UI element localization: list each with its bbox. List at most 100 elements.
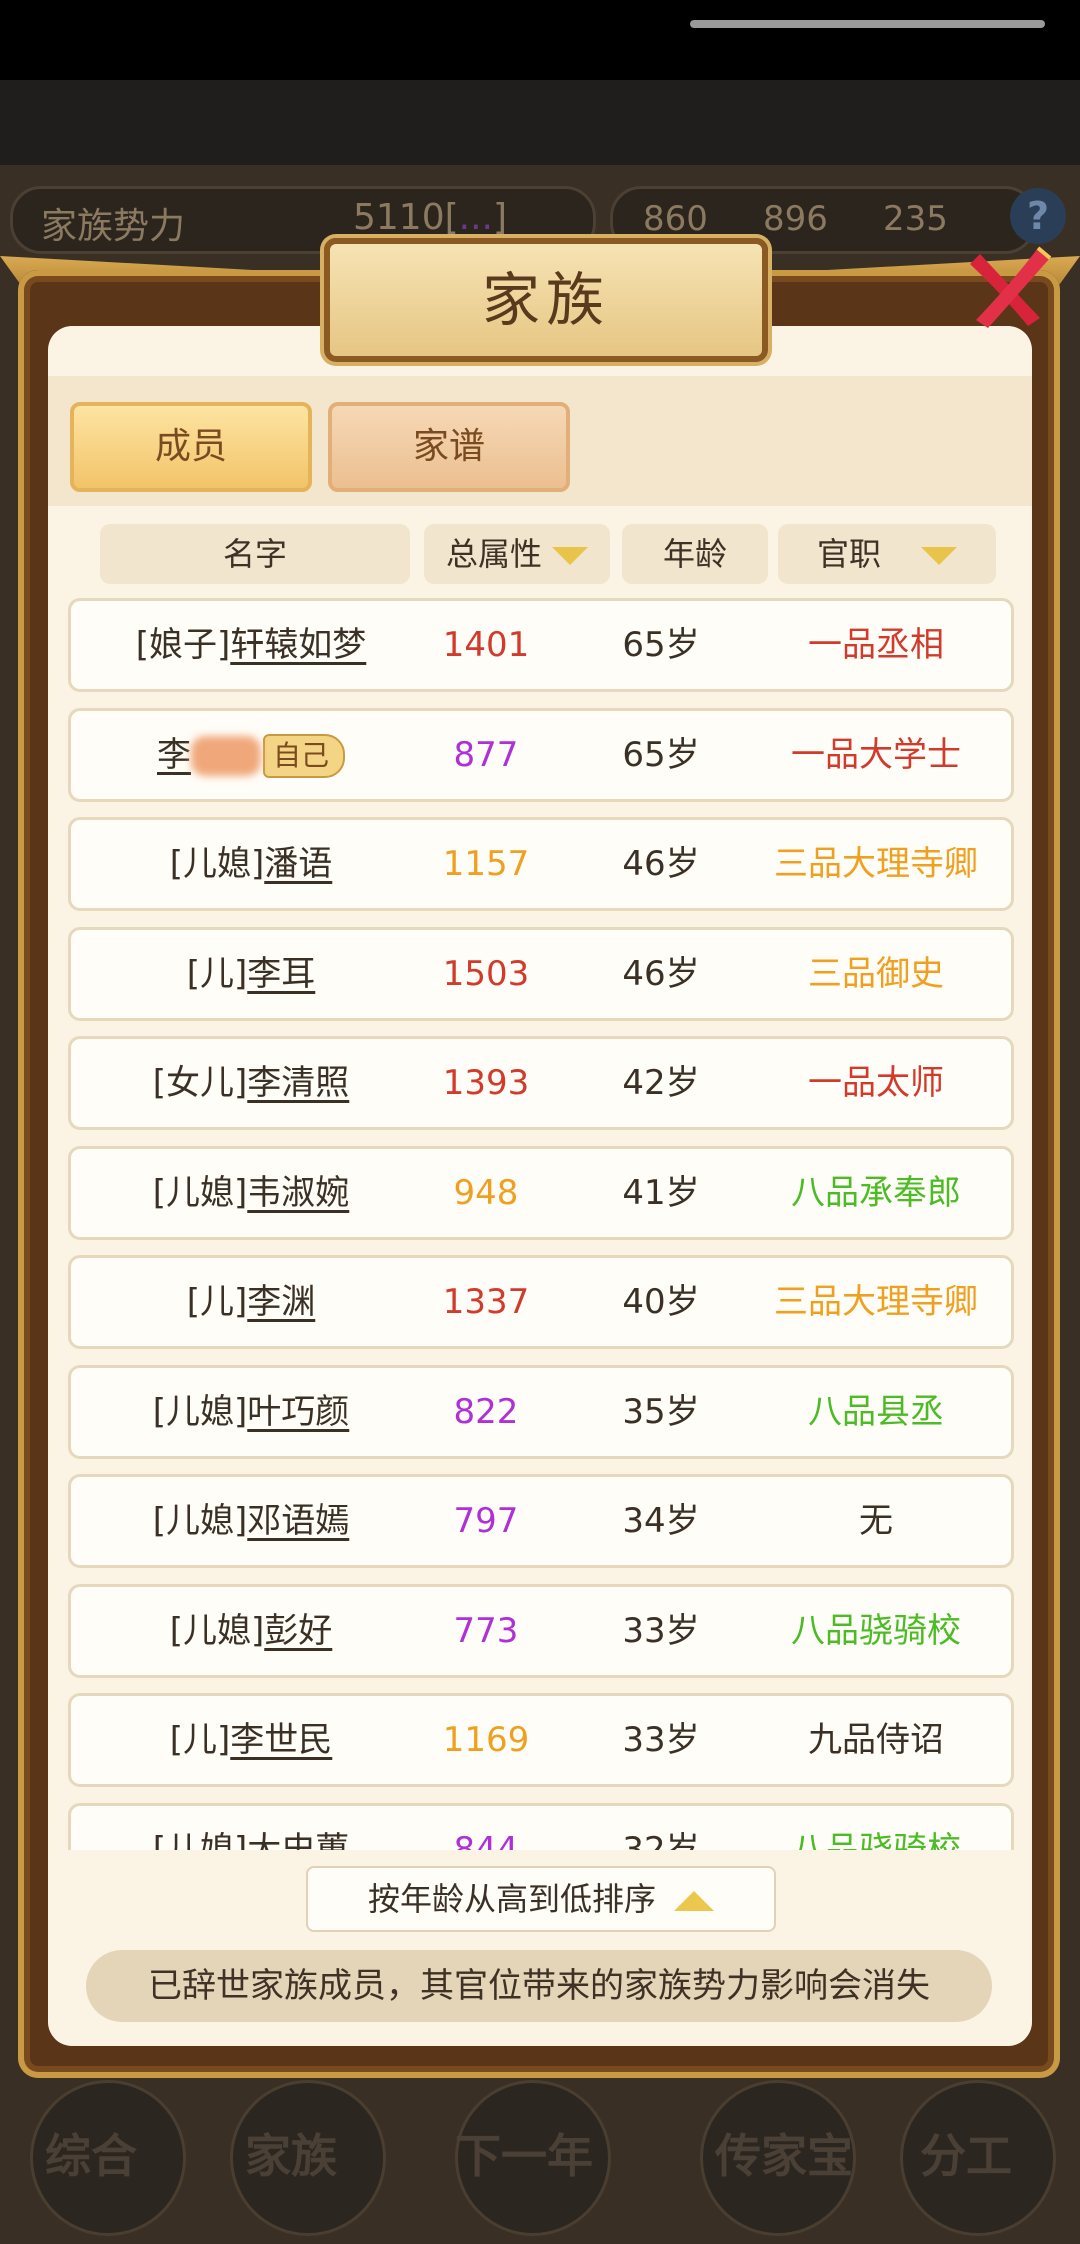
member-age: 34岁 xyxy=(622,1501,700,1541)
member-total-attr: 797 xyxy=(453,1501,519,1541)
member-name[interactable]: [儿媳]韦淑婉 xyxy=(81,1149,421,1237)
member-name-link[interactable]: 大史蕙 xyxy=(247,1830,349,1851)
nav-division-label[interactable]: 分工 xyxy=(920,2120,1012,2186)
table-row[interactable]: [女儿]李清照 1393 42岁 一品太师 xyxy=(68,1036,1014,1130)
member-relation: [儿媳] xyxy=(152,1501,248,1541)
member-name[interactable]: [儿媳]邓语嫣 xyxy=(81,1477,421,1565)
member-total-attr: 844 xyxy=(453,1829,519,1851)
member-name-link[interactable]: 叶巧颜 xyxy=(247,1392,349,1432)
member-name-link[interactable]: 李耳 xyxy=(247,954,315,994)
resource-silver: 896 xyxy=(763,199,828,239)
member-age: 35岁 xyxy=(622,1391,700,1432)
member-name-link[interactable]: 李清照 xyxy=(247,1063,349,1103)
member-total-attr: 1169 xyxy=(442,1720,530,1760)
status-bar xyxy=(0,0,1080,80)
dialog-title: 家族 xyxy=(481,266,610,334)
member-age: 32岁 xyxy=(622,1829,700,1851)
family-power-value: 5110[...] xyxy=(353,197,508,238)
table-row[interactable]: [儿媳]大史蕙 844 32岁 八品骁骑校 xyxy=(68,1802,1014,1851)
table-row[interactable]: [儿媳]韦淑婉 948 41岁 八品承奉郎 xyxy=(68,1145,1014,1240)
member-relation: [儿媳] xyxy=(152,1391,248,1432)
redacted-name xyxy=(190,736,261,776)
member-official-post: 一品丞相 xyxy=(808,625,944,665)
sort-job-icon[interactable] xyxy=(921,547,957,565)
member-official-post: 八品骁骑校 xyxy=(791,1829,961,1851)
nav-overview-label[interactable]: 综合 xyxy=(45,2120,137,2186)
family-power-label: 家族势力 xyxy=(41,206,186,247)
member-name[interactable]: [儿媳]大史蕙 xyxy=(81,1806,421,1851)
tab-family-tree[interactable]: 家谱 xyxy=(328,402,570,492)
header-job[interactable]: 官职 xyxy=(778,524,996,584)
member-name[interactable]: [儿]李世民 xyxy=(81,1696,421,1784)
member-name-link[interactable]: 李渊 xyxy=(247,1282,315,1322)
member-name[interactable]: [儿媳]叶巧颜 xyxy=(81,1368,421,1456)
table-row[interactable]: [娘子]轩辕如梦 1401 65岁 一品丞相 xyxy=(68,598,1014,692)
member-relation: [儿] xyxy=(186,1282,248,1322)
member-relation: [儿] xyxy=(186,953,248,994)
member-name[interactable]: [儿]李耳 xyxy=(81,930,421,1018)
member-official-post: 九品侍诏 xyxy=(808,1720,944,1760)
member-age: 33岁 xyxy=(622,1610,700,1651)
member-name[interactable]: [儿]李渊 xyxy=(81,1258,421,1346)
member-official-post: 八品承奉郎 xyxy=(791,1172,961,1213)
table-row[interactable]: [儿媳]叶巧颜 822 35岁 八品县丞 xyxy=(68,1364,1014,1459)
member-name-link[interactable]: 彭好 xyxy=(264,1611,332,1651)
member-name[interactable]: 李 自己 xyxy=(81,711,421,799)
nav-family-label[interactable]: 家族 xyxy=(245,2120,337,2186)
member-official-post: 一品太师 xyxy=(808,1063,944,1103)
sort-attr-icon[interactable] xyxy=(552,547,588,565)
member-name[interactable]: [儿媳]彭好 xyxy=(81,1587,421,1675)
member-relation: [儿媳] xyxy=(169,844,265,884)
member-name-link[interactable]: 轩辕如梦 xyxy=(230,625,366,665)
member-name[interactable]: [女儿]李清照 xyxy=(81,1039,421,1127)
table-row[interactable]: [儿]李渊 1337 40岁 三品大理寺卿 xyxy=(68,1255,1014,1349)
table-row[interactable]: [儿]李耳 1503 46岁 三品御史 xyxy=(68,926,1014,1021)
member-total-attr: 1393 xyxy=(442,1063,530,1103)
sort-order-button[interactable]: 按年龄从高到低排序 xyxy=(306,1866,776,1932)
member-age: 40岁 xyxy=(622,1282,700,1322)
member-relation: [儿媳] xyxy=(152,1172,248,1213)
table-row[interactable]: [儿媳]潘语 1157 46岁 三品大理寺卿 xyxy=(68,817,1014,911)
table-header: 名字 总属性 年龄 官职 xyxy=(100,524,996,584)
member-total-attr: 773 xyxy=(453,1610,519,1651)
member-age: 33岁 xyxy=(622,1720,700,1760)
member-relation: [儿媳] xyxy=(152,1829,248,1851)
table-row[interactable]: [儿媳]彭好 773 33岁 八品骁骑校 xyxy=(68,1583,1014,1678)
nav-next-year-label[interactable]: 下一年 xyxy=(455,2120,593,2186)
self-badge: 自己 xyxy=(262,734,345,778)
member-total-attr: 1157 xyxy=(442,844,530,884)
header-attr[interactable]: 总属性 xyxy=(424,524,610,584)
header-age[interactable]: 年龄 xyxy=(622,524,768,584)
resource-gold: 860 xyxy=(643,199,708,239)
sort-up-icon xyxy=(674,1891,714,1911)
member-name[interactable]: [儿媳]潘语 xyxy=(81,820,421,908)
table-row[interactable]: [儿媳]邓语嫣 797 34岁 无 xyxy=(68,1474,1014,1568)
member-official-post: 八品县丞 xyxy=(808,1391,944,1432)
table-row[interactable]: [儿]李世民 1169 33岁 九品侍诏 xyxy=(68,1693,1014,1787)
close-icon[interactable] xyxy=(958,236,1058,336)
member-name-link[interactable]: 李世民 xyxy=(230,1720,332,1760)
member-name-link[interactable]: 韦淑婉 xyxy=(247,1173,349,1213)
member-total-attr: 877 xyxy=(453,734,519,775)
member-total-attr: 822 xyxy=(453,1391,519,1432)
member-official-post: 八品骁骑校 xyxy=(791,1610,961,1651)
header-name[interactable]: 名字 xyxy=(100,524,410,584)
tab-members[interactable]: 成员 xyxy=(70,402,312,492)
member-list[interactable]: [娘子]轩辕如梦 1401 65岁 一品丞相李自己 877 65岁 一品大学士 [儿媳]潘语 1… xyxy=(48,590,1032,1850)
member-relation: [儿] xyxy=(169,1720,231,1760)
member-name-link[interactable]: 潘语 xyxy=(264,844,332,884)
member-official-post: 无 xyxy=(859,1501,893,1541)
member-name-link[interactable]: 邓语嫣 xyxy=(247,1501,349,1541)
member-relation: [儿媳] xyxy=(169,1610,265,1651)
member-age: 42岁 xyxy=(622,1063,700,1103)
nav-heirloom-label[interactable]: 传家宝 xyxy=(715,2120,853,2186)
member-total-attr: 1503 xyxy=(442,953,530,994)
member-age: 46岁 xyxy=(622,953,700,994)
dialog-title-plaque: 家族 xyxy=(324,238,768,362)
member-age: 46岁 xyxy=(622,844,700,884)
deceased-notice: 已辞世家族成员，其官位带来的家族势力影响会消失 xyxy=(86,1950,992,2022)
member-name[interactable]: [娘子]轩辕如梦 xyxy=(81,601,421,689)
member-name-link[interactable]: 李 xyxy=(157,735,191,775)
table-row[interactable]: 李 自己 877 65岁 一品大学士 xyxy=(68,707,1014,802)
tab-bar: 成员 家谱 xyxy=(48,376,1032,506)
